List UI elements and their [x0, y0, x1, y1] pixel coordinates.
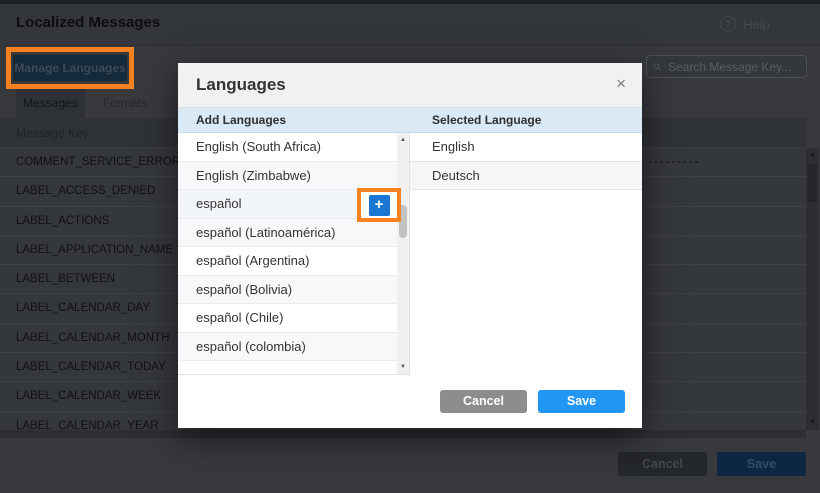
add-language-item[interactable]: español + — [178, 190, 397, 219]
add-language-label: español — [196, 196, 242, 211]
add-language-label: español (Argentina) — [196, 253, 309, 268]
add-languages-header: Add Languages — [178, 108, 410, 132]
message-key-cell: COMMENT_SERVICE_ERROR_ME — [16, 156, 204, 168]
add-language-item[interactable]: español (Latinoamérica) — [178, 219, 397, 248]
tab-formats[interactable]: Formats — [94, 89, 156, 118]
horizontal-scrollbar[interactable] — [0, 430, 806, 438]
add-language-label: español (colombia) — [196, 339, 306, 354]
column-header-row: Add Languages Selected Language — [178, 108, 642, 133]
message-key-cell: LABEL_CALENDAR_MONTH — [16, 332, 169, 344]
languages-dialog: Languages × Add Languages Selected Langu… — [178, 63, 642, 428]
page-save-button[interactable]: Save — [717, 452, 806, 476]
selected-language-item[interactable]: English — [410, 133, 642, 162]
help-button[interactable]: ? Help — [720, 16, 770, 32]
add-language-label: English (Zimbabwe) — [196, 168, 311, 183]
page-title: Localized Messages — [16, 14, 160, 31]
search-icon — [653, 61, 661, 73]
dialog-body: English (South Africa) English (Zimbabwe)… — [178, 133, 642, 375]
add-language-label: español (Bolivia) — [196, 282, 292, 297]
selected-language-label: English — [432, 139, 475, 154]
message-key-cell: LABEL_CALENDAR_TODAY — [16, 361, 166, 373]
search-input[interactable] — [666, 59, 800, 75]
dialog-cancel-button[interactable]: Cancel — [440, 390, 527, 413]
list-scrollbar[interactable]: ▲ ▼ — [397, 133, 409, 375]
add-language-label: español (Chile) — [196, 310, 283, 325]
search-box[interactable] — [646, 55, 807, 78]
add-language-item[interactable]: español (Chile) — [178, 304, 397, 333]
message-key-cell: LABEL_CALENDAR_YEAR — [16, 420, 159, 430]
dialog-title: Languages — [178, 63, 642, 107]
list-scroll-up-icon[interactable]: ▲ — [397, 134, 409, 146]
scroll-down-icon[interactable]: ▼ — [806, 417, 819, 429]
selected-language-header: Selected Language — [410, 108, 642, 132]
add-language-item[interactable]: español (colombia) — [178, 333, 397, 362]
add-language-item[interactable]: español (Argentina) — [178, 247, 397, 276]
message-key-cell: LABEL_CALENDAR_DAY — [16, 302, 150, 314]
app-window: Localized Messages ? Help Manage Languag… — [0, 0, 820, 493]
message-key-cell: LABEL_ACTIONS — [16, 215, 109, 227]
page-cancel-button[interactable]: Cancel — [618, 452, 707, 476]
add-language-plus-button[interactable]: + — [369, 195, 390, 216]
dialog-header: Languages × — [178, 63, 642, 108]
scroll-up-icon[interactable]: ▲ — [806, 149, 819, 161]
add-language-label: español (Latinoamérica) — [196, 225, 335, 240]
message-key-cell: LABEL_APPLICATION_NAME — [16, 244, 173, 256]
add-language-item[interactable]: English (Zimbabwe) — [178, 162, 397, 191]
manage-languages-button[interactable]: Manage Languages — [13, 55, 127, 81]
highlight-box-add-button: + — [357, 188, 401, 222]
tab-messages[interactable]: Messages — [16, 89, 85, 118]
selected-language-label: Deutsch — [432, 168, 480, 183]
selected-languages-list: English Deutsch — [410, 133, 642, 375]
help-icon: ? — [720, 16, 736, 32]
close-icon[interactable]: × — [616, 74, 626, 94]
message-value-cell: --------- — [648, 148, 700, 176]
help-label: Help — [743, 17, 770, 32]
add-language-item[interactable]: English (South Africa) — [178, 133, 397, 162]
message-key-cell: LABEL_ACCESS_DENIED — [16, 185, 155, 197]
selected-language-item[interactable]: Deutsch — [410, 162, 642, 191]
vertical-scrollbar-thumb[interactable] — [808, 164, 817, 202]
message-key-cell: LABEL_CALENDAR_WEEK — [16, 390, 161, 402]
vertical-scrollbar[interactable]: ▲ ▼ — [806, 148, 819, 430]
add-languages-list: English (South Africa) English (Zimbabwe)… — [178, 133, 397, 375]
add-language-label: English (South Africa) — [196, 139, 321, 154]
message-key-cell: LABEL_BETWEEN — [16, 273, 115, 285]
dialog-save-button[interactable]: Save — [538, 390, 625, 413]
add-language-item[interactable]: español (Bolivia) — [178, 276, 397, 305]
list-scroll-down-icon[interactable]: ▼ — [397, 361, 409, 373]
